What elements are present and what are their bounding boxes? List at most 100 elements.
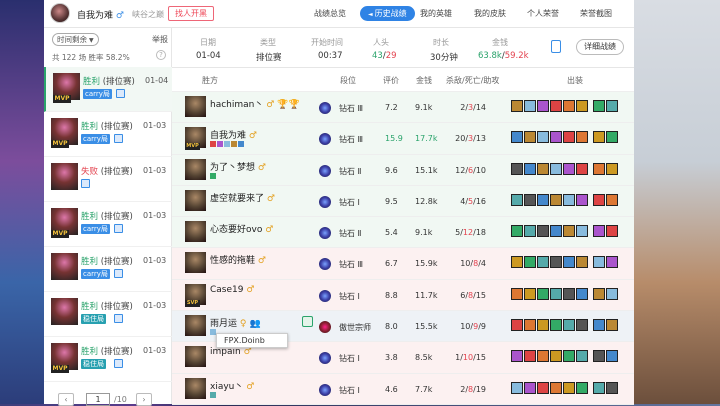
item-icon[interactable]: [563, 381, 575, 394]
player-name[interactable]: impain ♂: [210, 347, 252, 357]
item-icon[interactable]: [537, 100, 549, 112]
tab-screenshots[interactable]: 荣誉截图: [580, 8, 612, 19]
player-row[interactable]: hachiman丶 ♂ 🏆🏆 钻石 Ⅲ 7.2 9.1k 2/3/14: [172, 92, 634, 124]
item-icon[interactable]: [537, 131, 549, 144]
item-icon[interactable]: [606, 381, 618, 394]
player-row[interactable]: 虚空就要来了 ♂ 钻石 Ⅰ 9.5 12.8k 4/5/16: [172, 185, 634, 218]
player-row[interactable]: 心态要好ovo ♂ 钻石 Ⅱ 5.4 9.1k 5/12/18: [172, 217, 634, 249]
item-icon[interactable]: [537, 319, 549, 332]
item-icon[interactable]: [593, 100, 605, 112]
player-name[interactable]: Case19 ♂: [210, 285, 254, 295]
item-icon[interactable]: [511, 100, 523, 112]
user-avatar[interactable]: [50, 3, 70, 23]
item-icon[interactable]: [563, 131, 575, 144]
item-icon[interactable]: [511, 131, 523, 144]
item-icon[interactable]: [524, 287, 536, 300]
item-icon[interactable]: [537, 225, 549, 238]
player-row[interactable]: 为了丶梦想 ♂ 钻石 Ⅱ 9.6 15.1k 12/6/10: [172, 154, 634, 186]
item-icon[interactable]: [576, 193, 588, 206]
item-icon[interactable]: [576, 381, 588, 394]
match-list-item[interactable]: 胜利 (排位赛) 01-03 稳住局: [44, 292, 172, 337]
item-icon[interactable]: [550, 287, 562, 300]
match-list-item[interactable]: MVP 胜利 (排位赛) 01-03 carry局: [44, 202, 172, 247]
time-filter-dropdown[interactable]: 时间剩余 ▼: [52, 33, 99, 46]
item-icon[interactable]: [606, 100, 618, 112]
tab-honors[interactable]: 个人荣誉: [527, 8, 559, 19]
item-icon[interactable]: [576, 225, 588, 238]
item-icon[interactable]: [524, 193, 536, 206]
player-row[interactable]: 性感的拖鞋 ♂ 钻石 Ⅲ 6.7 15.9k 10/8/4: [172, 248, 634, 280]
item-icon[interactable]: [606, 350, 618, 363]
item-icon[interactable]: [550, 350, 562, 363]
item-icon[interactable]: [576, 319, 588, 332]
match-list-item[interactable]: 胜利 (排位赛) 01-03 carry局: [44, 247, 172, 292]
match-list-item[interactable]: 失败 (排位赛) 01-03: [44, 157, 172, 202]
item-icon[interactable]: [524, 319, 536, 332]
item-icon[interactable]: [537, 256, 549, 269]
item-icon[interactable]: [606, 225, 618, 238]
item-icon[interactable]: [576, 131, 588, 144]
item-icon[interactable]: [511, 225, 523, 238]
item-icon[interactable]: [511, 256, 523, 269]
item-icon[interactable]: [511, 287, 523, 300]
item-icon[interactable]: [511, 193, 523, 206]
item-icon[interactable]: [593, 350, 605, 363]
item-icon[interactable]: [576, 162, 588, 175]
item-icon[interactable]: [550, 225, 562, 238]
item-icon[interactable]: [606, 287, 618, 300]
player-name[interactable]: 为了丶梦想 ♂: [210, 160, 266, 173]
report-link[interactable]: 举报: [152, 34, 168, 45]
item-icon[interactable]: [550, 381, 562, 394]
item-icon[interactable]: [524, 225, 536, 238]
item-icon[interactable]: [537, 287, 549, 300]
item-icon[interactable]: [576, 350, 588, 363]
player-name[interactable]: 虚空就要来了 ♂: [210, 191, 275, 204]
item-icon[interactable]: [563, 287, 575, 300]
item-icon[interactable]: [576, 287, 588, 300]
tab-skins[interactable]: 我的皮肤: [474, 8, 506, 19]
item-icon[interactable]: [563, 193, 575, 206]
item-icon[interactable]: [524, 381, 536, 394]
match-list-item[interactable]: MVP 胜利 (排位赛) 01-03 稳住局: [44, 337, 172, 382]
item-icon[interactable]: [606, 162, 618, 175]
item-icon[interactable]: [550, 256, 562, 269]
item-icon[interactable]: [563, 100, 575, 112]
player-name[interactable]: hachiman丶 ♂ 🏆🏆: [210, 97, 300, 110]
item-icon[interactable]: [563, 256, 575, 269]
item-icon[interactable]: [593, 381, 605, 394]
item-icon[interactable]: [511, 350, 523, 363]
share-icon[interactable]: [302, 316, 313, 327]
item-icon[interactable]: [550, 100, 562, 112]
item-icon[interactable]: [524, 100, 536, 112]
player-row[interactable]: SVP Case19 ♂ 钻石 Ⅰ 8.8 11.7k 6/8/15: [172, 279, 634, 312]
item-icon[interactable]: [550, 162, 562, 175]
item-icon[interactable]: [537, 162, 549, 175]
item-icon[interactable]: [511, 381, 523, 394]
player-name[interactable]: 雨月运 ♀ 👥: [210, 316, 261, 329]
item-icon[interactable]: [606, 319, 618, 332]
tab-heroes[interactable]: 我的英雄: [420, 8, 452, 19]
item-icon[interactable]: [550, 193, 562, 206]
item-icon[interactable]: [524, 162, 536, 175]
item-icon[interactable]: [537, 193, 549, 206]
item-icon[interactable]: [563, 225, 575, 238]
player-name[interactable]: 性感的拖鞋 ♂: [210, 253, 266, 266]
item-icon[interactable]: [511, 319, 523, 332]
detail-stats-button[interactable]: 详细战绩: [576, 39, 624, 55]
item-icon[interactable]: [593, 256, 605, 269]
item-icon[interactable]: [593, 193, 605, 206]
item-icon[interactable]: [524, 131, 536, 144]
find-teammate-button[interactable]: 找人开黑: [168, 6, 214, 21]
item-icon[interactable]: [593, 131, 605, 144]
prev-page-button[interactable]: ‹: [58, 393, 74, 406]
match-list-item[interactable]: MVP 胜利 (排位赛) 01-03 carry局: [44, 112, 172, 157]
help-icon[interactable]: ?: [156, 50, 166, 60]
item-icon[interactable]: [550, 131, 562, 144]
item-icon[interactable]: [593, 319, 605, 332]
item-icon[interactable]: [524, 256, 536, 269]
item-icon[interactable]: [563, 350, 575, 363]
item-icon[interactable]: [606, 193, 618, 206]
player-name[interactable]: 心态要好ovo ♂: [210, 222, 273, 235]
item-icon[interactable]: [606, 131, 618, 144]
tab-overview[interactable]: 战绩总览: [314, 8, 346, 19]
